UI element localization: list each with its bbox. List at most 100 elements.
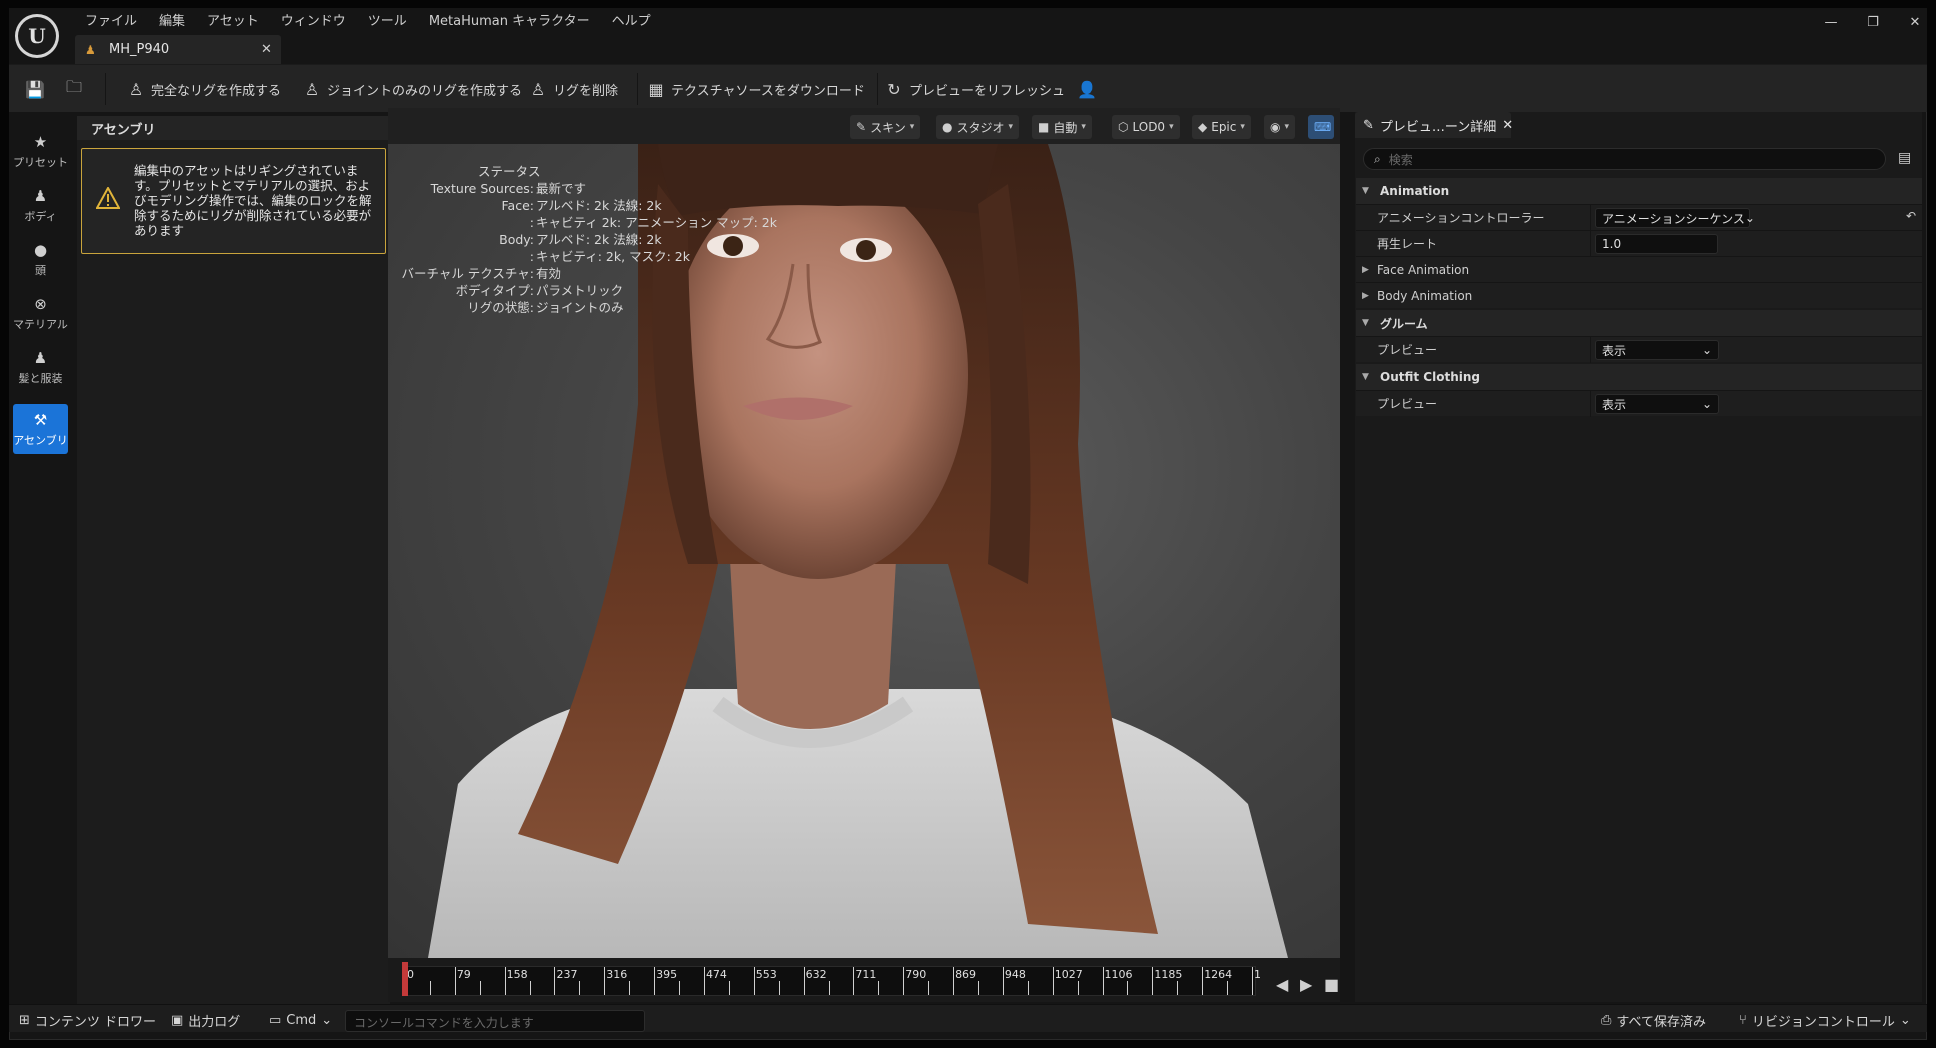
- menu-metahuman-character[interactable]: MetaHuman キャラクター: [419, 11, 602, 33]
- revision-control-button[interactable]: ⑂ リビジョンコントロール ⌄: [1739, 1009, 1911, 1031]
- row-outfit-preview: プレビュー 表示 ⌄: [1356, 390, 1922, 417]
- revision-control-label: リビジョンコントロール: [1751, 1014, 1895, 1030]
- nav-assembly[interactable]: ⚒ アセンブリ: [13, 404, 68, 454]
- close-window-button[interactable]: ✕: [1901, 12, 1929, 34]
- row-label: アニメーションコントローラー: [1377, 211, 1545, 225]
- console-command-input[interactable]: コンソールコマンドを入力します: [345, 1010, 645, 1032]
- remove-rig-button[interactable]: ♙ リグを削除: [529, 74, 618, 104]
- cmd-dropdown[interactable]: ▭ Cmd ⌄: [269, 1009, 332, 1031]
- lod-label: LOD0: [1132, 120, 1166, 134]
- close-tab-icon[interactable]: ✕: [261, 42, 281, 57]
- reset-arrow-icon[interactable]: ↶: [1906, 209, 1916, 223]
- search-icon: ⌕: [1374, 151, 1381, 166]
- nav-head[interactable]: ● 頭: [13, 234, 68, 284]
- timeline-major-tick: [1252, 967, 1254, 995]
- visibility-button[interactable]: ◉ ▾: [1264, 115, 1296, 139]
- document-tab[interactable]: ♟ MH_P940 ✕: [75, 35, 281, 64]
- groom-preview-dropdown[interactable]: 表示 ⌄: [1595, 340, 1719, 360]
- outfit-preview-dropdown[interactable]: 表示 ⌄: [1595, 394, 1719, 414]
- status-value: キャビティ 2k: アニメーション マップ: 2k: [536, 215, 777, 230]
- status-key: ボディタイプ:: [455, 283, 534, 298]
- menu-tools[interactable]: ツール: [358, 11, 419, 33]
- browse-button[interactable]: 🗀: [65, 74, 83, 104]
- download-textures-button[interactable]: ▦ テクスチャソースをダウンロード: [647, 74, 865, 104]
- menu-help[interactable]: ヘルプ: [602, 11, 663, 33]
- timeline-minor-tick: [1177, 981, 1179, 995]
- status-key: Face:: [501, 198, 534, 213]
- nav-presets[interactable]: ★ プリセット: [13, 126, 68, 176]
- close-tab-icon[interactable]: ✕: [1502, 118, 1513, 133]
- status-title: ステータス: [478, 164, 541, 179]
- nav-hair-clothing[interactable]: ♟ 髪と服装: [13, 342, 68, 392]
- play-icon[interactable]: ▶: [1300, 975, 1312, 994]
- output-log-button[interactable]: ▣ 出力ログ: [171, 1009, 240, 1031]
- timeline-major-tick: [454, 967, 456, 995]
- status-title-row: ステータス: [398, 163, 788, 180]
- timeline-tick-label: 553: [755, 968, 777, 981]
- category-outfit-clothing[interactable]: ▼ Outfit Clothing: [1356, 364, 1922, 390]
- menu-asset[interactable]: アセット: [197, 11, 271, 33]
- menu-edit[interactable]: 編集: [149, 11, 197, 33]
- minimize-button[interactable]: —: [1817, 12, 1845, 34]
- warning-text: 編集中のアセットはリギングされています。プリセットとマテリアルの選択、およびモデ…: [134, 163, 372, 238]
- create-joint-rig-button[interactable]: ♙ ジョイントのみのリグを作成する: [303, 74, 522, 104]
- menu-window[interactable]: ウィンドウ: [271, 11, 358, 33]
- user-profile-button[interactable]: 👤: [1077, 74, 1097, 104]
- timeline-playhead[interactable]: [402, 962, 408, 996]
- restore-button[interactable]: ❐: [1859, 12, 1887, 34]
- refresh-preview-button[interactable]: ↻ プレビューをリフレッシュ: [885, 74, 1065, 104]
- row-label: Body Animation: [1377, 288, 1473, 303]
- table-view-icon[interactable]: ▤: [1898, 150, 1911, 166]
- nav-label: 頭: [35, 263, 46, 277]
- timeline-tick-label: 711: [855, 968, 877, 981]
- quality-button[interactable]: ◆ Epic ▾: [1192, 115, 1251, 139]
- status-row: Body: アルベド: 2k 法線: 2k: [398, 231, 788, 248]
- save-all-status[interactable]: ⎙ すべて保存済み: [1601, 1009, 1706, 1031]
- animation-controller-dropdown[interactable]: アニメーションシーケンス ⌄: [1595, 208, 1755, 228]
- timeline-major-tick: [1052, 967, 1054, 995]
- details-search-field[interactable]: ⌕ 検索: [1363, 148, 1886, 170]
- timeline-tick-label: 790: [905, 968, 927, 981]
- lod-button[interactable]: ⬡ LOD0 ▾: [1112, 115, 1180, 139]
- status-row: ボディタイプ: パラメトリック: [398, 282, 788, 299]
- details-tab-label: プレビュ…ーン詳細: [1379, 119, 1497, 135]
- category-groom[interactable]: ▼ グルーム: [1356, 310, 1922, 336]
- create-full-rig-button[interactable]: ♙ 完全なリグを作成する: [127, 74, 281, 104]
- material-icon: ⊗: [34, 294, 47, 313]
- status-key: バーチャル テクスチャ:: [401, 266, 534, 281]
- nav-label: マテリアル: [13, 317, 68, 331]
- row-face-animation[interactable]: ▶ Face Animation: [1356, 256, 1922, 282]
- studio-label: スタジオ: [956, 120, 1005, 135]
- camera-auto-button[interactable]: ■ 自動 ▾: [1032, 115, 1092, 139]
- chevron-down-icon: ⌄: [1701, 397, 1712, 411]
- hair-clothing-icon: ♟: [33, 348, 48, 367]
- playback-rate-input[interactable]: 1.0: [1595, 234, 1718, 254]
- nav-body[interactable]: ♟ ボディ: [13, 180, 68, 230]
- category-animation[interactable]: ▼ Animation: [1356, 178, 1922, 204]
- timeline-major-tick: [903, 967, 905, 995]
- timeline-tick-label: 632: [805, 968, 827, 981]
- remove-rig-label: リグを削除: [553, 83, 619, 99]
- details-tab[interactable]: ✎ プレビュ…ーン詳細 ✕: [1355, 112, 1513, 138]
- timeline-tick-label: 1106: [1104, 968, 1133, 981]
- studio-lighting-button[interactable]: ● スタジオ ▾: [936, 115, 1020, 139]
- keyboard-toggle-button[interactable]: ⌨: [1308, 115, 1334, 139]
- body-icon: ♟: [33, 186, 48, 205]
- row-body-animation[interactable]: ▶ Body Animation: [1356, 282, 1922, 308]
- skin-label: スキン: [870, 120, 906, 135]
- step-back-icon[interactable]: ◀: [1276, 975, 1288, 994]
- menu-file[interactable]: ファイル: [75, 11, 149, 33]
- download-textures-label: テクスチャソースをダウンロード: [671, 83, 865, 99]
- timeline-minor-tick: [1127, 981, 1129, 995]
- rig-icon: ♙: [128, 79, 144, 99]
- timeline-tick-label: 948: [1004, 968, 1026, 981]
- unreal-logo[interactable]: U: [15, 14, 59, 58]
- save-button[interactable]: 💾: [25, 74, 45, 104]
- nav-material[interactable]: ⊗ マテリアル: [13, 288, 68, 338]
- content-drawer-button[interactable]: ⊞ コンテンツ ドロワー: [19, 1009, 156, 1031]
- column-split: [1590, 205, 1591, 231]
- stop-icon[interactable]: ■: [1324, 975, 1339, 994]
- timeline-ruler[interactable]: 0 79 158 237 316 395 474 553 632 711 790 869 948 1027…: [402, 966, 1261, 996]
- skin-view-button[interactable]: ✎ スキン ▾: [850, 115, 921, 139]
- timeline-minor-tick: [1227, 981, 1229, 995]
